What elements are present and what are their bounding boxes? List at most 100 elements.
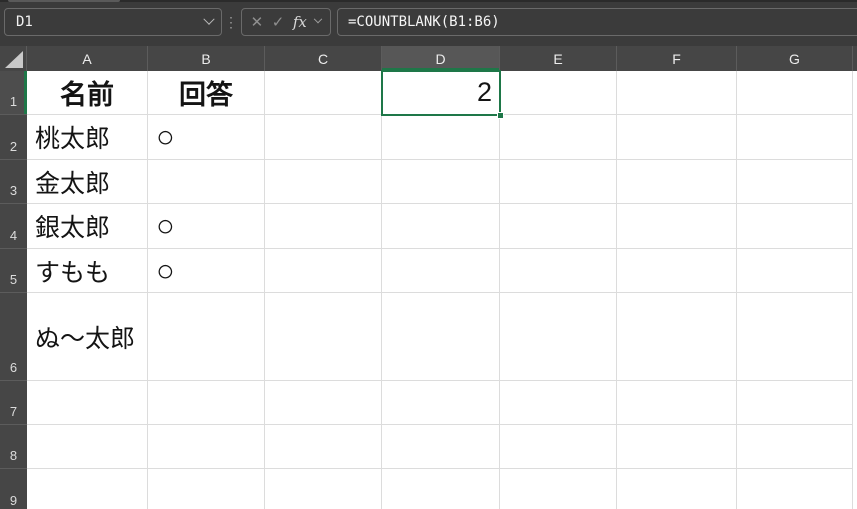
cell-B7[interactable] [148, 381, 265, 425]
column-header-row: A B C D E F G [0, 46, 857, 71]
row-header-9[interactable]: 9 [0, 469, 27, 509]
cell-F3[interactable] [617, 160, 737, 204]
cell-D5[interactable] [382, 249, 500, 293]
row-8: 8 [0, 425, 857, 469]
cell-A6[interactable]: ぬ～太郎 [27, 293, 148, 381]
cell-E6[interactable] [500, 293, 617, 381]
column-header-D[interactable]: D [382, 46, 500, 71]
chevron-down-icon[interactable] [314, 14, 323, 24]
cell-F9[interactable] [617, 469, 737, 509]
row-4: 4 銀太郎 ○ [0, 204, 857, 249]
cell-B1[interactable]: 回答 [148, 71, 265, 115]
cell-F1[interactable] [617, 71, 737, 115]
cell-E3[interactable] [500, 160, 617, 204]
cell-C9[interactable] [265, 469, 382, 509]
column-header-G[interactable]: G [737, 46, 853, 71]
row-header-5[interactable]: 5 [0, 249, 27, 293]
cell-C7[interactable] [265, 381, 382, 425]
cell-C6[interactable] [265, 293, 382, 381]
excel-window: D1 ⋮ ✕ ✓ fx =COUNTBLANK(B1:B6) A B C D E [0, 0, 857, 509]
cell-B3[interactable] [148, 160, 265, 204]
cell-B2[interactable]: ○ [148, 115, 265, 160]
cell-D1[interactable]: 2 [382, 71, 500, 115]
cell-C4[interactable] [265, 204, 382, 249]
row-header-4[interactable]: 4 [0, 204, 27, 249]
row-2: 2 桃太郎 ○ [0, 115, 857, 160]
column-header-B[interactable]: B [148, 46, 265, 71]
cell-B5[interactable]: ○ [148, 249, 265, 293]
cell-B6[interactable] [148, 293, 265, 381]
column-header-A[interactable]: A [27, 46, 148, 71]
cell-C1[interactable] [265, 71, 382, 115]
cell-A2[interactable]: 桃太郎 [27, 115, 148, 160]
cell-F7[interactable] [617, 381, 737, 425]
cell-E5[interactable] [500, 249, 617, 293]
name-box[interactable]: D1 [4, 8, 222, 36]
row-7: 7 [0, 381, 857, 425]
cell-F6[interactable] [617, 293, 737, 381]
cell-D8[interactable] [382, 425, 500, 469]
cell-D3[interactable] [382, 160, 500, 204]
row-header-3[interactable]: 3 [0, 160, 27, 204]
formula-bar-area: D1 ⋮ ✕ ✓ fx =COUNTBLANK(B1:B6) [0, 0, 857, 46]
cell-C5[interactable] [265, 249, 382, 293]
cell-E4[interactable] [500, 204, 617, 249]
cell-B4[interactable]: ○ [148, 204, 265, 249]
cell-G8[interactable] [737, 425, 853, 469]
cell-A7[interactable] [27, 381, 148, 425]
cell-F2[interactable] [617, 115, 737, 160]
cell-A5[interactable]: すもも [27, 249, 148, 293]
cell-D2[interactable] [382, 115, 500, 160]
row-header-7[interactable]: 7 [0, 381, 27, 425]
cancel-icon[interactable]: ✕ [251, 15, 264, 30]
row-header-2[interactable]: 2 [0, 115, 27, 160]
cell-G7[interactable] [737, 381, 853, 425]
formula-input[interactable]: =COUNTBLANK(B1:B6) [337, 8, 857, 36]
cell-E8[interactable] [500, 425, 617, 469]
cell-G3[interactable] [737, 160, 853, 204]
cell-sliver [853, 160, 857, 204]
cell-A1[interactable]: 名前 [27, 71, 148, 115]
cell-G5[interactable] [737, 249, 853, 293]
cell-G2[interactable] [737, 115, 853, 160]
cell-G6[interactable] [737, 293, 853, 381]
cell-E1[interactable] [500, 71, 617, 115]
more-options-icon[interactable]: ⋮ [224, 8, 238, 36]
cell-G9[interactable] [737, 469, 853, 509]
cell-F5[interactable] [617, 249, 737, 293]
cell-F8[interactable] [617, 425, 737, 469]
ribbon-edge-remnant [8, 0, 120, 2]
row-header-6[interactable]: 6 [0, 293, 27, 381]
chevron-down-icon[interactable] [203, 13, 215, 25]
cell-E7[interactable] [500, 381, 617, 425]
cell-D9[interactable] [382, 469, 500, 509]
cell-A4[interactable]: 銀太郎 [27, 204, 148, 249]
column-header-C[interactable]: C [265, 46, 382, 71]
cell-C8[interactable] [265, 425, 382, 469]
column-header-E[interactable]: E [500, 46, 617, 71]
cell-D6[interactable] [382, 293, 500, 381]
cell-A3[interactable]: 金太郎 [27, 160, 148, 204]
cell-B8[interactable] [148, 425, 265, 469]
cell-sliver [853, 71, 857, 115]
enter-icon[interactable]: ✓ [272, 15, 285, 30]
cell-C2[interactable] [265, 115, 382, 160]
cell-G1[interactable] [737, 71, 853, 115]
column-header-F[interactable]: F [617, 46, 737, 71]
cell-E9[interactable] [500, 469, 617, 509]
cell-A8[interactable] [27, 425, 148, 469]
cell-E2[interactable] [500, 115, 617, 160]
cell-D7[interactable] [382, 381, 500, 425]
cell-F4[interactable] [617, 204, 737, 249]
cell-C3[interactable] [265, 160, 382, 204]
row-header-1[interactable]: 1 [0, 71, 27, 115]
insert-function-icon[interactable]: fx [293, 13, 307, 31]
cell-B9[interactable] [148, 469, 265, 509]
cell-sliver [853, 204, 857, 249]
cell-D4[interactable] [382, 204, 500, 249]
column-header-sliver [853, 46, 857, 71]
select-all-button[interactable] [0, 46, 27, 71]
row-header-8[interactable]: 8 [0, 425, 27, 469]
cell-A9[interactable] [27, 469, 148, 509]
cell-G4[interactable] [737, 204, 853, 249]
